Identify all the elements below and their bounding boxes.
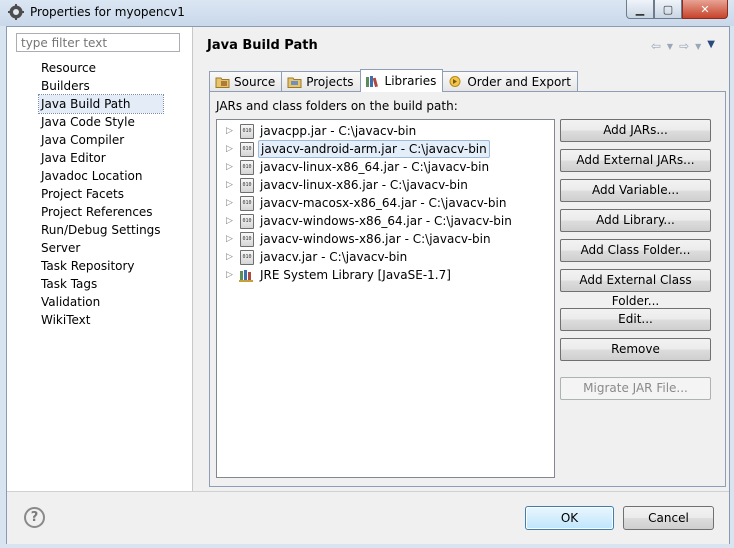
nav-item-javadoc-location[interactable]: Javadoc Location	[39, 167, 163, 185]
tree-row[interactable]: ▷ 010 javacv-linux-x86_64.jar - C:\javac…	[217, 158, 491, 176]
tree-row-label: javacv-windows-x86.jar - C:\javacv-bin	[260, 232, 491, 246]
nav-item-java-code-style[interactable]: Java Code Style	[39, 113, 163, 131]
tab-source[interactable]: Source	[209, 71, 283, 91]
page-title: Java Build Path	[207, 38, 318, 53]
libraries-tab-panel: JARs and class folders on the build path…	[209, 91, 726, 487]
back-dropdown-icon[interactable]: ▼	[667, 42, 673, 53]
window-title: Properties for myopencv1	[30, 5, 185, 19]
tab-libraries[interactable]: Libraries	[359, 69, 444, 92]
back-arrow-icon[interactable]: ⇦	[651, 39, 661, 53]
tree-row-label: JRE System Library [JavaSE-1.7]	[260, 268, 451, 282]
add-jars-button[interactable]: Add JARs...	[560, 119, 711, 142]
nav-item-project-references[interactable]: Project References	[39, 203, 163, 221]
nav-item-task-repository[interactable]: Task Repository	[39, 257, 163, 275]
nav-item-run-debug-settings[interactable]: Run/Debug Settings	[39, 221, 163, 239]
nav-item-java-build-path[interactable]: Java Build Path	[38, 94, 164, 114]
nav-item-server[interactable]: Server	[39, 239, 163, 257]
add-external-jars-button[interactable]: Add External JARs...	[560, 149, 711, 172]
nav-item-project-facets[interactable]: Project Facets	[39, 185, 163, 203]
tree-row-label: javacv.jar - C:\javacv-bin	[260, 250, 408, 264]
tree-row[interactable]: ▷ 010 javacv-windows-x86_64.jar - C:\jav…	[217, 212, 514, 230]
libraries-icon	[365, 74, 381, 88]
expand-arrow-icon[interactable]: ▷	[226, 230, 238, 248]
expand-arrow-icon[interactable]: ▷	[226, 140, 238, 158]
tab-projects[interactable]: Projects	[281, 71, 361, 91]
view-menu-icon[interactable]: ▼	[707, 39, 715, 53]
tab-libraries-label: Libraries	[384, 74, 437, 88]
window-controls: ▁ ▢ ✕	[626, 0, 728, 20]
jre-library-icon	[239, 269, 253, 282]
nav-item-java-compiler[interactable]: Java Compiler	[39, 131, 163, 149]
nav-item-validation[interactable]: Validation	[39, 293, 163, 311]
minimize-icon[interactable]: ▁	[626, 0, 654, 19]
ok-button[interactable]: OK	[525, 506, 614, 530]
tree-row-label: javacv-linux-x86_64.jar - C:\javacv-bin	[260, 160, 490, 174]
category-panel: Resource Builders Java Build Path Java C…	[7, 27, 193, 491]
jar-icon: 010	[240, 177, 254, 193]
source-folder-icon	[214, 75, 230, 89]
expand-arrow-icon[interactable]: ▷	[226, 122, 238, 140]
history-nav: ⇦ ▼ ⇨ ▼ ▼	[651, 39, 715, 53]
filter-input[interactable]	[16, 33, 180, 52]
expand-arrow-icon[interactable]: ▷	[226, 176, 238, 194]
tree-row-label: javacv-android-arm.jar - C:\javacv-bin	[258, 140, 490, 158]
jar-icon: 010	[240, 141, 254, 157]
maximize-icon[interactable]: ▢	[654, 0, 682, 19]
tree-row-label: javacpp.jar - C:\javacv-bin	[260, 124, 417, 138]
expand-arrow-icon[interactable]: ▷	[226, 266, 238, 284]
expand-arrow-icon[interactable]: ▷	[226, 248, 238, 266]
nav-item-wikitext[interactable]: WikiText	[39, 311, 163, 329]
jar-icon: 010	[240, 195, 254, 211]
tree-row[interactable]: ▷ 010 javacv-windows-x86.jar - C:\javacv…	[217, 230, 493, 248]
jar-icon: 010	[240, 159, 254, 175]
migrate-jar-button[interactable]: Migrate JAR File...	[560, 377, 711, 400]
properties-icon	[8, 4, 24, 20]
expand-arrow-icon[interactable]: ▷	[226, 212, 238, 230]
jar-icon: 010	[240, 123, 254, 139]
projects-folder-icon	[286, 75, 302, 89]
forward-arrow-icon[interactable]: ⇨	[679, 39, 689, 53]
category-list: Resource Builders Java Build Path Java C…	[38, 59, 164, 329]
tab-order-and-export[interactable]: Order and Export	[442, 71, 578, 91]
nav-item-builders[interactable]: Builders	[39, 77, 163, 95]
add-library-button[interactable]: Add Library...	[560, 209, 711, 232]
tree-row[interactable]: ▷ 010 javacv.jar - C:\javacv-bin	[217, 248, 409, 266]
edit-button[interactable]: Edit...	[560, 308, 711, 331]
tree-row-label: javacv-linux-x86.jar - C:\javacv-bin	[260, 178, 468, 192]
help-icon[interactable]: ?	[24, 507, 45, 528]
library-tree[interactable]: ▷ 010 javacpp.jar - C:\javacv-bin ▷ 010 …	[216, 119, 555, 478]
jar-icon: 010	[240, 213, 254, 229]
forward-dropdown-icon[interactable]: ▼	[695, 42, 701, 53]
nav-item-resource[interactable]: Resource	[39, 59, 163, 77]
tree-row[interactable]: ▷ 010 javacv-android-arm.jar - C:\javacv…	[217, 140, 490, 158]
tab-bar: Source Projects Libraries Order and Expo…	[209, 69, 578, 92]
page-panel: Java Build Path ⇦ ▼ ⇨ ▼ ▼ Source Project…	[193, 27, 729, 491]
close-icon[interactable]: ✕	[682, 0, 728, 19]
cancel-button[interactable]: Cancel	[623, 506, 714, 530]
remove-button[interactable]: Remove	[560, 338, 711, 361]
tree-row-label: javacv-windows-x86_64.jar - C:\javacv-bi…	[260, 214, 512, 228]
tab-projects-label: Projects	[306, 74, 354, 89]
expand-arrow-icon[interactable]: ▷	[226, 194, 238, 212]
add-variable-button[interactable]: Add Variable...	[560, 179, 711, 202]
nav-item-task-tags[interactable]: Task Tags	[39, 275, 163, 293]
nav-item-java-editor[interactable]: Java Editor	[39, 149, 163, 167]
tree-row[interactable]: ▷ 010 javacv-macosx-x86_64.jar - C:\java…	[217, 194, 508, 212]
build-path-label: JARs and class folders on the build path…	[216, 99, 458, 113]
tree-row[interactable]: ▷ JRE System Library [JavaSE-1.7]	[217, 266, 453, 284]
tab-source-label: Source	[234, 74, 276, 89]
tree-row[interactable]: ▷ 010 javacv-linux-x86.jar - C:\javacv-b…	[217, 176, 470, 194]
title-bar: Properties for myopencv1 ▁ ▢ ✕	[0, 0, 734, 26]
jar-icon: 010	[240, 249, 254, 265]
dialog-footer: ? OK Cancel	[7, 491, 729, 544]
order-export-icon	[447, 75, 463, 89]
add-class-folder-button[interactable]: Add Class Folder...	[560, 239, 711, 262]
tab-order-export-label: Order and Export	[467, 74, 571, 89]
add-external-class-folder-button[interactable]: Add External Class Folder...	[560, 269, 711, 308]
expand-arrow-icon[interactable]: ▷	[226, 158, 238, 176]
tree-row-label: javacv-macosx-x86_64.jar - C:\javacv-bin	[260, 196, 507, 210]
properties-dialog: Resource Builders Java Build Path Java C…	[6, 26, 730, 544]
tree-row[interactable]: ▷ 010 javacpp.jar - C:\javacv-bin	[217, 122, 418, 140]
jar-icon: 010	[240, 231, 254, 247]
